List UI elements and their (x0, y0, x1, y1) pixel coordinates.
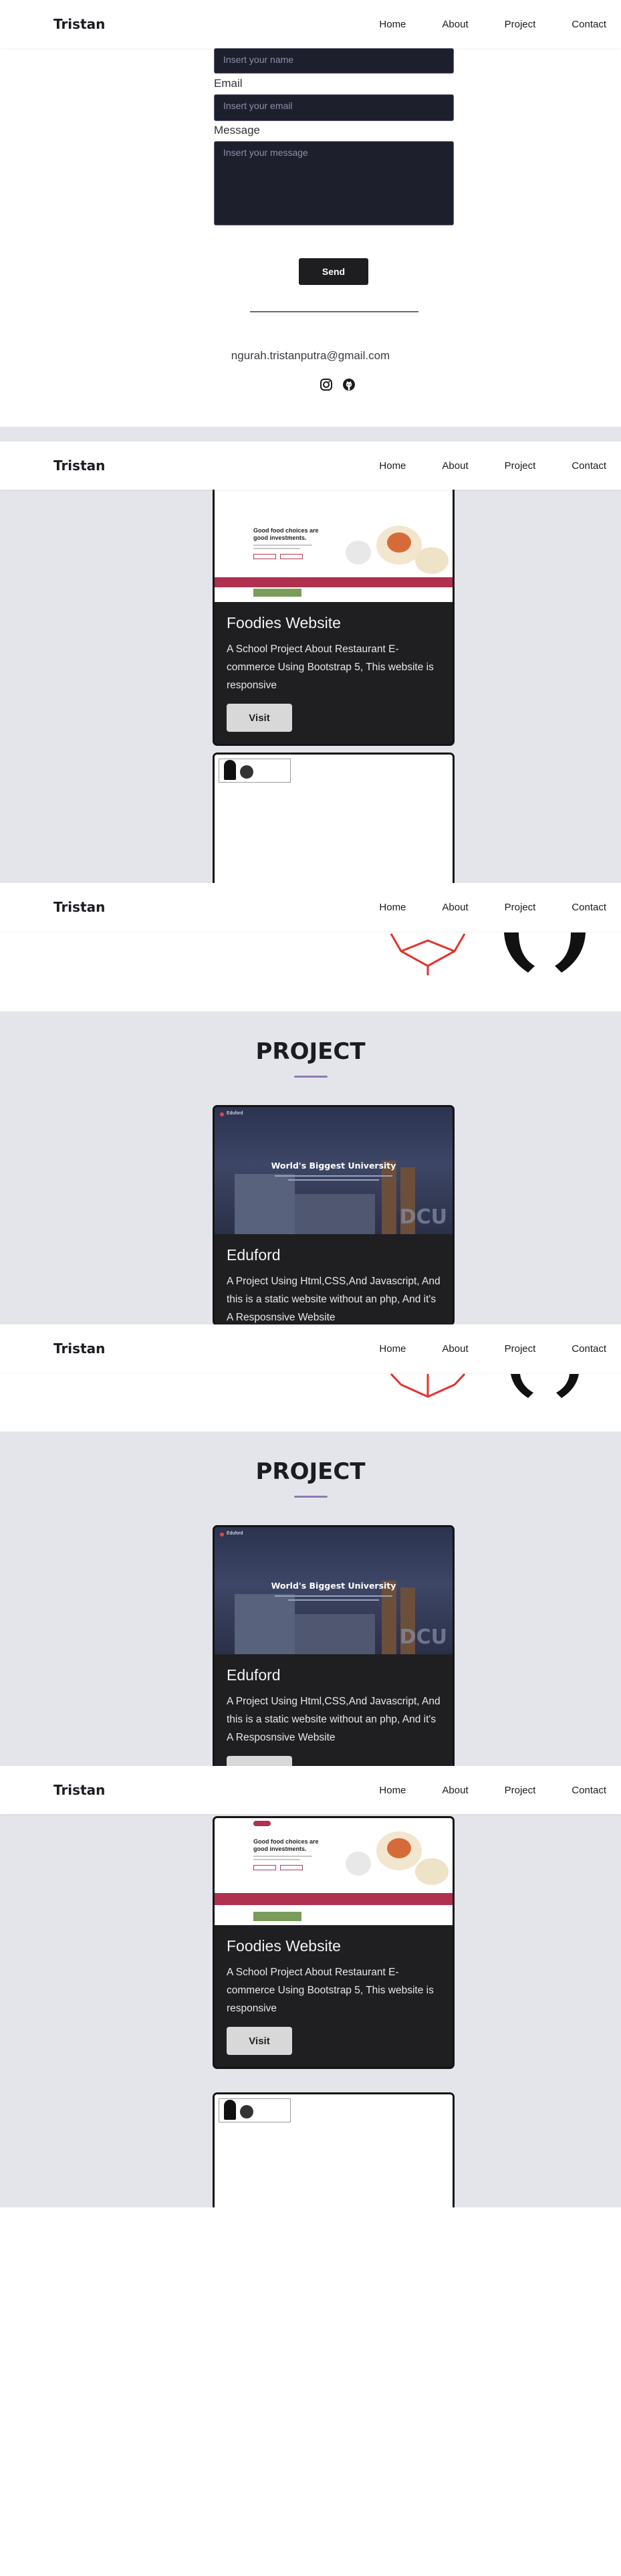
eduford-thumbnail[interactable]: Eduford World's Biggest University DCU (215, 1107, 453, 1234)
foodies-hero-heading: Good food choices are good investments. (253, 527, 319, 541)
nav-project[interactable]: Project (505, 1343, 536, 1355)
brand-logo[interactable]: Tristan (53, 16, 105, 32)
navbar: Tristan Home About Project Contact (0, 0, 621, 48)
email-label: Email (214, 77, 243, 90)
phone-icon (511, 1374, 579, 1398)
eduford-hero-heading: World's Biggest University (271, 1161, 396, 1171)
third-thumbnail[interactable] (215, 2094, 453, 2207)
nav-contact[interactable]: Contact (572, 460, 606, 472)
eduford-logo: Eduford (227, 1111, 243, 1116)
project-card-foodies: Good food choices are good investments. … (213, 478, 455, 746)
brand-logo[interactable]: Tristan (53, 1341, 105, 1357)
name-field[interactable]: Insert your name (214, 48, 454, 74)
nav-about[interactable]: About (442, 1343, 468, 1355)
nav-home[interactable]: Home (379, 1785, 406, 1796)
contact-email[interactable]: ngurah.tristanputra@gmail.com (0, 349, 621, 363)
card-description: A Project Using Html,CSS,And Javascript,… (227, 1276, 441, 1323)
third-thumbnail[interactable] (215, 755, 453, 883)
visit-button[interactable]: Visit (227, 2027, 292, 2055)
foodies-thumb-strip (215, 587, 453, 602)
nav-links: Home About Project Contact (343, 902, 606, 913)
foodies-thumbnail[interactable]: Good food choices are good investments. (215, 480, 453, 587)
nav-home[interactable]: Home (379, 902, 406, 913)
eduford-thumbnail[interactable]: Eduford World's Biggest University DCU (215, 1527, 453, 1654)
social-links (320, 378, 356, 391)
section-underline (294, 1076, 328, 1078)
nav-contact[interactable]: Contact (572, 1343, 606, 1355)
navbar: Tristan Home About Project Contact (0, 441, 621, 490)
project-card-eduford: Eduford World's Biggest University DCU E… (213, 1105, 455, 1324)
brand-logo[interactable]: Tristan (53, 1782, 105, 1798)
foodies-hero-heading: Good food choices are good investments. (253, 1838, 319, 1852)
section-title: PROJECT (255, 1038, 366, 1065)
nav-project[interactable]: Project (505, 19, 536, 30)
brand-logo[interactable]: Tristan (53, 899, 105, 915)
card-title: Eduford (227, 1246, 281, 1264)
contact-divider (250, 311, 418, 312)
box-icon (390, 933, 466, 975)
nav-project[interactable]: Project (505, 460, 536, 472)
nav-about[interactable]: About (442, 19, 468, 30)
phone-icon (504, 932, 586, 973)
instagram-icon[interactable] (320, 378, 333, 391)
nav-home[interactable]: Home (379, 19, 406, 30)
navbar: Tristan Home About Project Contact (0, 1324, 621, 1373)
project-card-third (213, 753, 455, 883)
brand-logo[interactable]: Tristan (53, 458, 105, 474)
foodies-thumbnail[interactable]: Good food choices are good investments. (215, 1818, 453, 1925)
nav-about[interactable]: About (442, 902, 468, 913)
card-description: A Project Using Html,CSS,And Javascript,… (227, 1696, 441, 1743)
section-underline (294, 1496, 328, 1498)
contact-panel: Tristan Home About Project Contact Inser… (0, 0, 621, 441)
projects-panel-3: Tristan Home About Project Contact PROJE… (0, 883, 621, 1324)
nav-about[interactable]: About (442, 1785, 468, 1796)
nav-about[interactable]: About (442, 460, 468, 472)
nav-links: Home About Project Contact (343, 19, 606, 30)
nav-project[interactable]: Project (505, 902, 536, 913)
nav-contact[interactable]: Contact (572, 902, 606, 913)
send-button[interactable]: Send (299, 258, 368, 285)
project-card-foodies: Good food choices are good investments. … (213, 1816, 455, 2069)
nav-project[interactable]: Project (505, 1785, 536, 1796)
eduford-sign: DCU (399, 1625, 447, 1649)
nav-contact[interactable]: Contact (572, 1785, 606, 1796)
navbar: Tristan Home About Project Contact (0, 1766, 621, 1814)
eduford-sign: DCU (399, 1205, 447, 1229)
visit-button[interactable]: Visit (227, 704, 292, 732)
projects-panel-5: Tristan Home About Project Contact Good … (0, 1766, 621, 2576)
message-label: Message (214, 124, 260, 136)
projects-panel-4: Tristan Home About Project Contact PROJE… (0, 1324, 621, 1766)
card-description: A School Project About Restaurant E-comm… (227, 1967, 434, 2014)
section-title: PROJECT (255, 1458, 366, 1485)
project-card-eduford: Eduford World's Biggest University DCU E… (213, 1525, 455, 1766)
email-field[interactable]: Insert your email (214, 94, 454, 121)
visit-button[interactable]: Visit (227, 1756, 292, 1766)
nav-links: Home About Project Contact (343, 1785, 606, 1796)
project-card-third (213, 2092, 455, 2207)
message-field[interactable]: Insert your message (214, 141, 454, 225)
nav-home[interactable]: Home (379, 460, 406, 472)
nav-links: Home About Project Contact (343, 460, 606, 472)
card-title: Eduford (227, 1666, 281, 1684)
github-icon[interactable] (342, 378, 356, 391)
nav-contact[interactable]: Contact (572, 19, 606, 30)
eduford-hero-heading: World's Biggest University (271, 1581, 396, 1591)
card-title: Foodies Website (227, 1937, 341, 1955)
navbar: Tristan Home About Project Contact (0, 883, 621, 931)
card-description: A School Project About Restaurant E-comm… (227, 643, 434, 691)
card-title: Foodies Website (227, 614, 341, 631)
box-icon (390, 1373, 466, 1398)
nav-home[interactable]: Home (379, 1343, 406, 1355)
section-gap (0, 427, 621, 441)
projects-panel-2: Tristan Home About Project Contact Good … (0, 441, 621, 883)
nav-links: Home About Project Contact (343, 1343, 606, 1355)
eduford-logo: Eduford (227, 1531, 243, 1536)
